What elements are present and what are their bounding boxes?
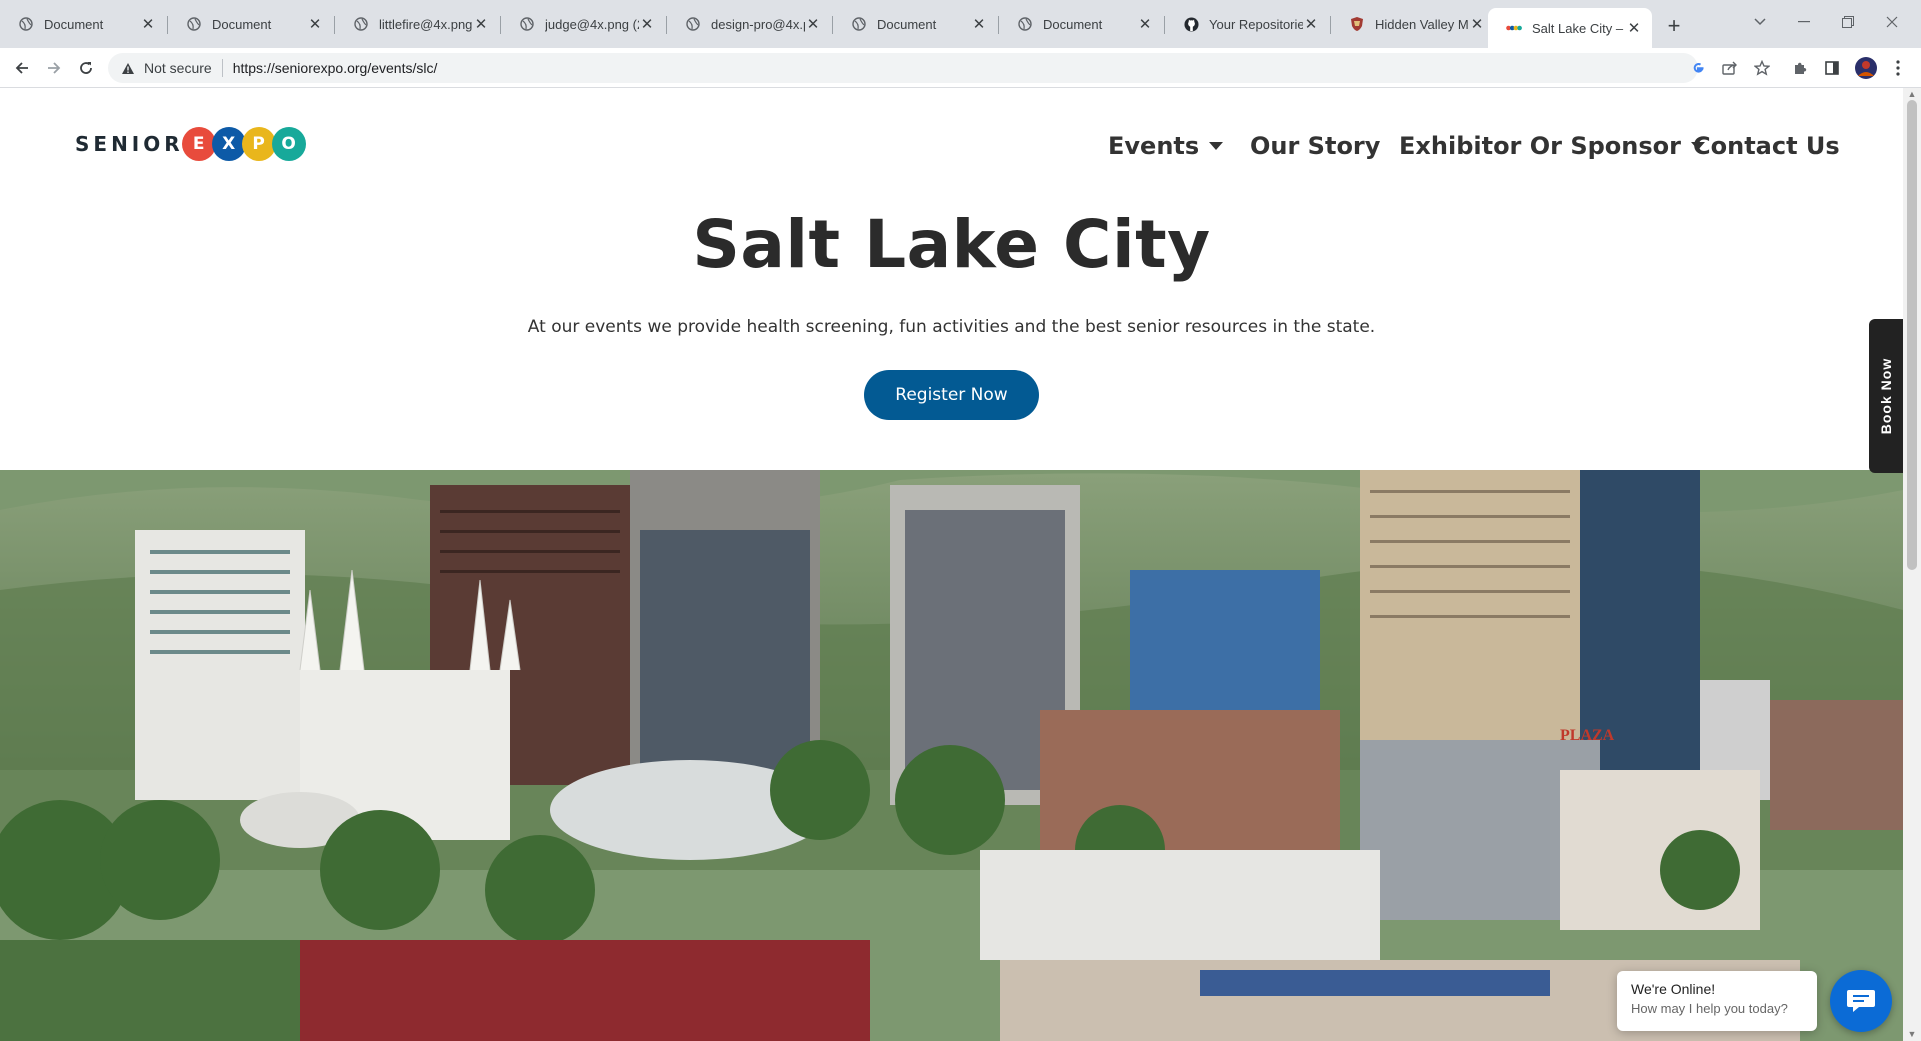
city-skyline-image: PLAZA	[0, 470, 1903, 1041]
page-scrollbar[interactable]: ▲ ▼	[1903, 88, 1921, 1041]
side-panel-icon[interactable]	[1818, 54, 1846, 82]
reload-icon[interactable]	[72, 54, 100, 82]
globe-icon	[851, 16, 867, 32]
nav-our-story-label: Our Story	[1250, 132, 1381, 160]
nav-events-label: Events	[1108, 132, 1200, 160]
tab-close-icon[interactable]: ✕	[639, 16, 655, 33]
tab-title: Document	[212, 16, 272, 32]
register-now-button[interactable]: Register Now	[864, 370, 1039, 420]
caret-down-icon	[1209, 142, 1224, 150]
address-separator	[221, 59, 223, 77]
browser-tab[interactable]: littlefire@4x.png ( ✕	[335, 8, 499, 40]
bookmark-star-icon[interactable]	[1748, 54, 1776, 82]
browser-tab[interactable]: Document ✕	[999, 8, 1163, 40]
profile-avatar[interactable]	[1852, 54, 1880, 82]
address-bar[interactable]: Not secure https://seniorexpo.org/events…	[108, 53, 1698, 83]
security-label: Not secure	[144, 60, 212, 76]
scrollbar-thumb[interactable]	[1907, 100, 1917, 570]
chat-status-text: We're Online!	[1631, 981, 1716, 997]
logo-letter-p: P	[241, 127, 276, 161]
browser-tab[interactable]: judge@4x.png (26 ✕	[501, 8, 665, 40]
tab-title: Document	[877, 16, 937, 32]
tab-title: Document	[44, 16, 104, 32]
browser-tab[interactable]: Document ✕	[833, 8, 997, 40]
url-text[interactable]: https://seniorexpo.org/events/slc/	[233, 60, 438, 76]
chat-launcher-button[interactable]	[1830, 970, 1892, 1032]
back-arrow-icon[interactable]	[8, 54, 36, 82]
tab-close-icon[interactable]: ✕	[473, 16, 489, 33]
logo-letter-x: X	[211, 127, 246, 161]
site-logo[interactable]: SENIOR E X P O	[75, 124, 306, 164]
globe-icon	[1017, 16, 1033, 32]
scroll-up-icon[interactable]: ▲	[1907, 89, 1917, 99]
scroll-down-icon[interactable]: ▼	[1907, 1029, 1917, 1039]
nav-contact-us[interactable]: Contact Us	[1693, 126, 1840, 166]
tab-title: design-pro@4x.pn	[711, 16, 805, 32]
tab-title: Your Repositories	[1209, 16, 1303, 32]
browser-tab-active[interactable]: Salt Lake City – Se ✕	[1488, 8, 1652, 48]
tab-close-icon[interactable]: ✕	[805, 16, 821, 33]
tab-title: Salt Lake City – Se	[1532, 20, 1626, 36]
nav-exhibitor-label: Exhibitor Or Sponsor	[1399, 132, 1681, 160]
tab-close-icon[interactable]: ✕	[1303, 16, 1319, 33]
chat-greeting-bubble[interactable]: We're Online! How may I help you today?	[1617, 971, 1817, 1031]
browser-tab[interactable]: Document ✕	[0, 8, 166, 40]
page-title: Salt Lake City	[692, 206, 1211, 283]
minimize-icon[interactable]	[1782, 8, 1826, 36]
globe-icon	[186, 16, 202, 32]
globe-icon	[353, 16, 369, 32]
tab-close-icon[interactable]: ✕	[1137, 16, 1153, 33]
logo-letter-o: O	[271, 127, 306, 161]
chat-prompt-text: How may I help you today?	[1631, 1001, 1788, 1016]
svg-text:PLAZA: PLAZA	[1560, 727, 1615, 744]
new-tab-button[interactable]: +	[1660, 12, 1688, 40]
share-icon[interactable]	[1716, 54, 1744, 82]
browser-tab[interactable]: Your Repositories ✕	[1165, 8, 1329, 40]
tab-strip: Document ✕ Document ✕ littlefire@4x.png …	[0, 0, 1921, 48]
tab-title: judge@4x.png (26	[545, 16, 639, 32]
globe-icon	[519, 16, 535, 32]
forward-arrow-icon[interactable]	[40, 54, 68, 82]
tab-title: Document	[1043, 16, 1103, 32]
github-icon	[1183, 16, 1199, 32]
tab-title: littlefire@4x.png (	[379, 16, 473, 32]
warning-icon[interactable]	[120, 60, 136, 76]
nav-contact-label: Contact Us	[1693, 132, 1840, 160]
extensions-puzzle-icon[interactable]	[1786, 54, 1814, 82]
book-now-tab[interactable]: Book Now	[1869, 319, 1903, 473]
hero-subtitle: At our events we provide health screenin…	[527, 317, 1376, 337]
tab-close-icon[interactable]: ✕	[140, 16, 156, 33]
tab-close-icon[interactable]: ✕	[971, 16, 987, 33]
browser-tab[interactable]: Hidden Valley Mid ✕	[1331, 8, 1495, 40]
tab-close-icon[interactable]: ✕	[1469, 16, 1485, 33]
nav-exhibitor-or-sponsor[interactable]: Exhibitor Or Sponsor	[1399, 126, 1705, 166]
kebab-menu-icon[interactable]	[1884, 54, 1912, 82]
tab-close-icon[interactable]: ✕	[307, 16, 323, 33]
senior-expo-icon	[1506, 20, 1522, 36]
browser-tab[interactable]: design-pro@4x.pn ✕	[667, 8, 831, 40]
book-now-label: Book Now	[1878, 357, 1895, 435]
nav-our-story[interactable]: Our Story	[1250, 126, 1380, 166]
chat-icon	[1847, 990, 1875, 1012]
tab-title: Hidden Valley Mid	[1375, 16, 1469, 32]
logo-letter-e: E	[181, 127, 216, 161]
tab-search-icon[interactable]	[1738, 8, 1782, 36]
logo-word: SENIOR	[75, 132, 184, 156]
globe-icon	[18, 16, 34, 32]
globe-icon	[685, 16, 701, 32]
google-icon[interactable]	[1684, 54, 1712, 82]
shield-icon	[1349, 16, 1365, 32]
browser-tab[interactable]: Document ✕	[168, 8, 333, 40]
browser-toolbar: Not secure https://seniorexpo.org/events…	[0, 48, 1921, 88]
tab-close-icon[interactable]: ✕	[1626, 20, 1642, 37]
web-page: SENIOR E X P O Events Our Story Exhibito…	[0, 88, 1903, 1041]
close-window-icon[interactable]	[1870, 8, 1914, 36]
nav-events[interactable]: Events	[1108, 126, 1224, 166]
restore-icon[interactable]	[1826, 8, 1870, 36]
